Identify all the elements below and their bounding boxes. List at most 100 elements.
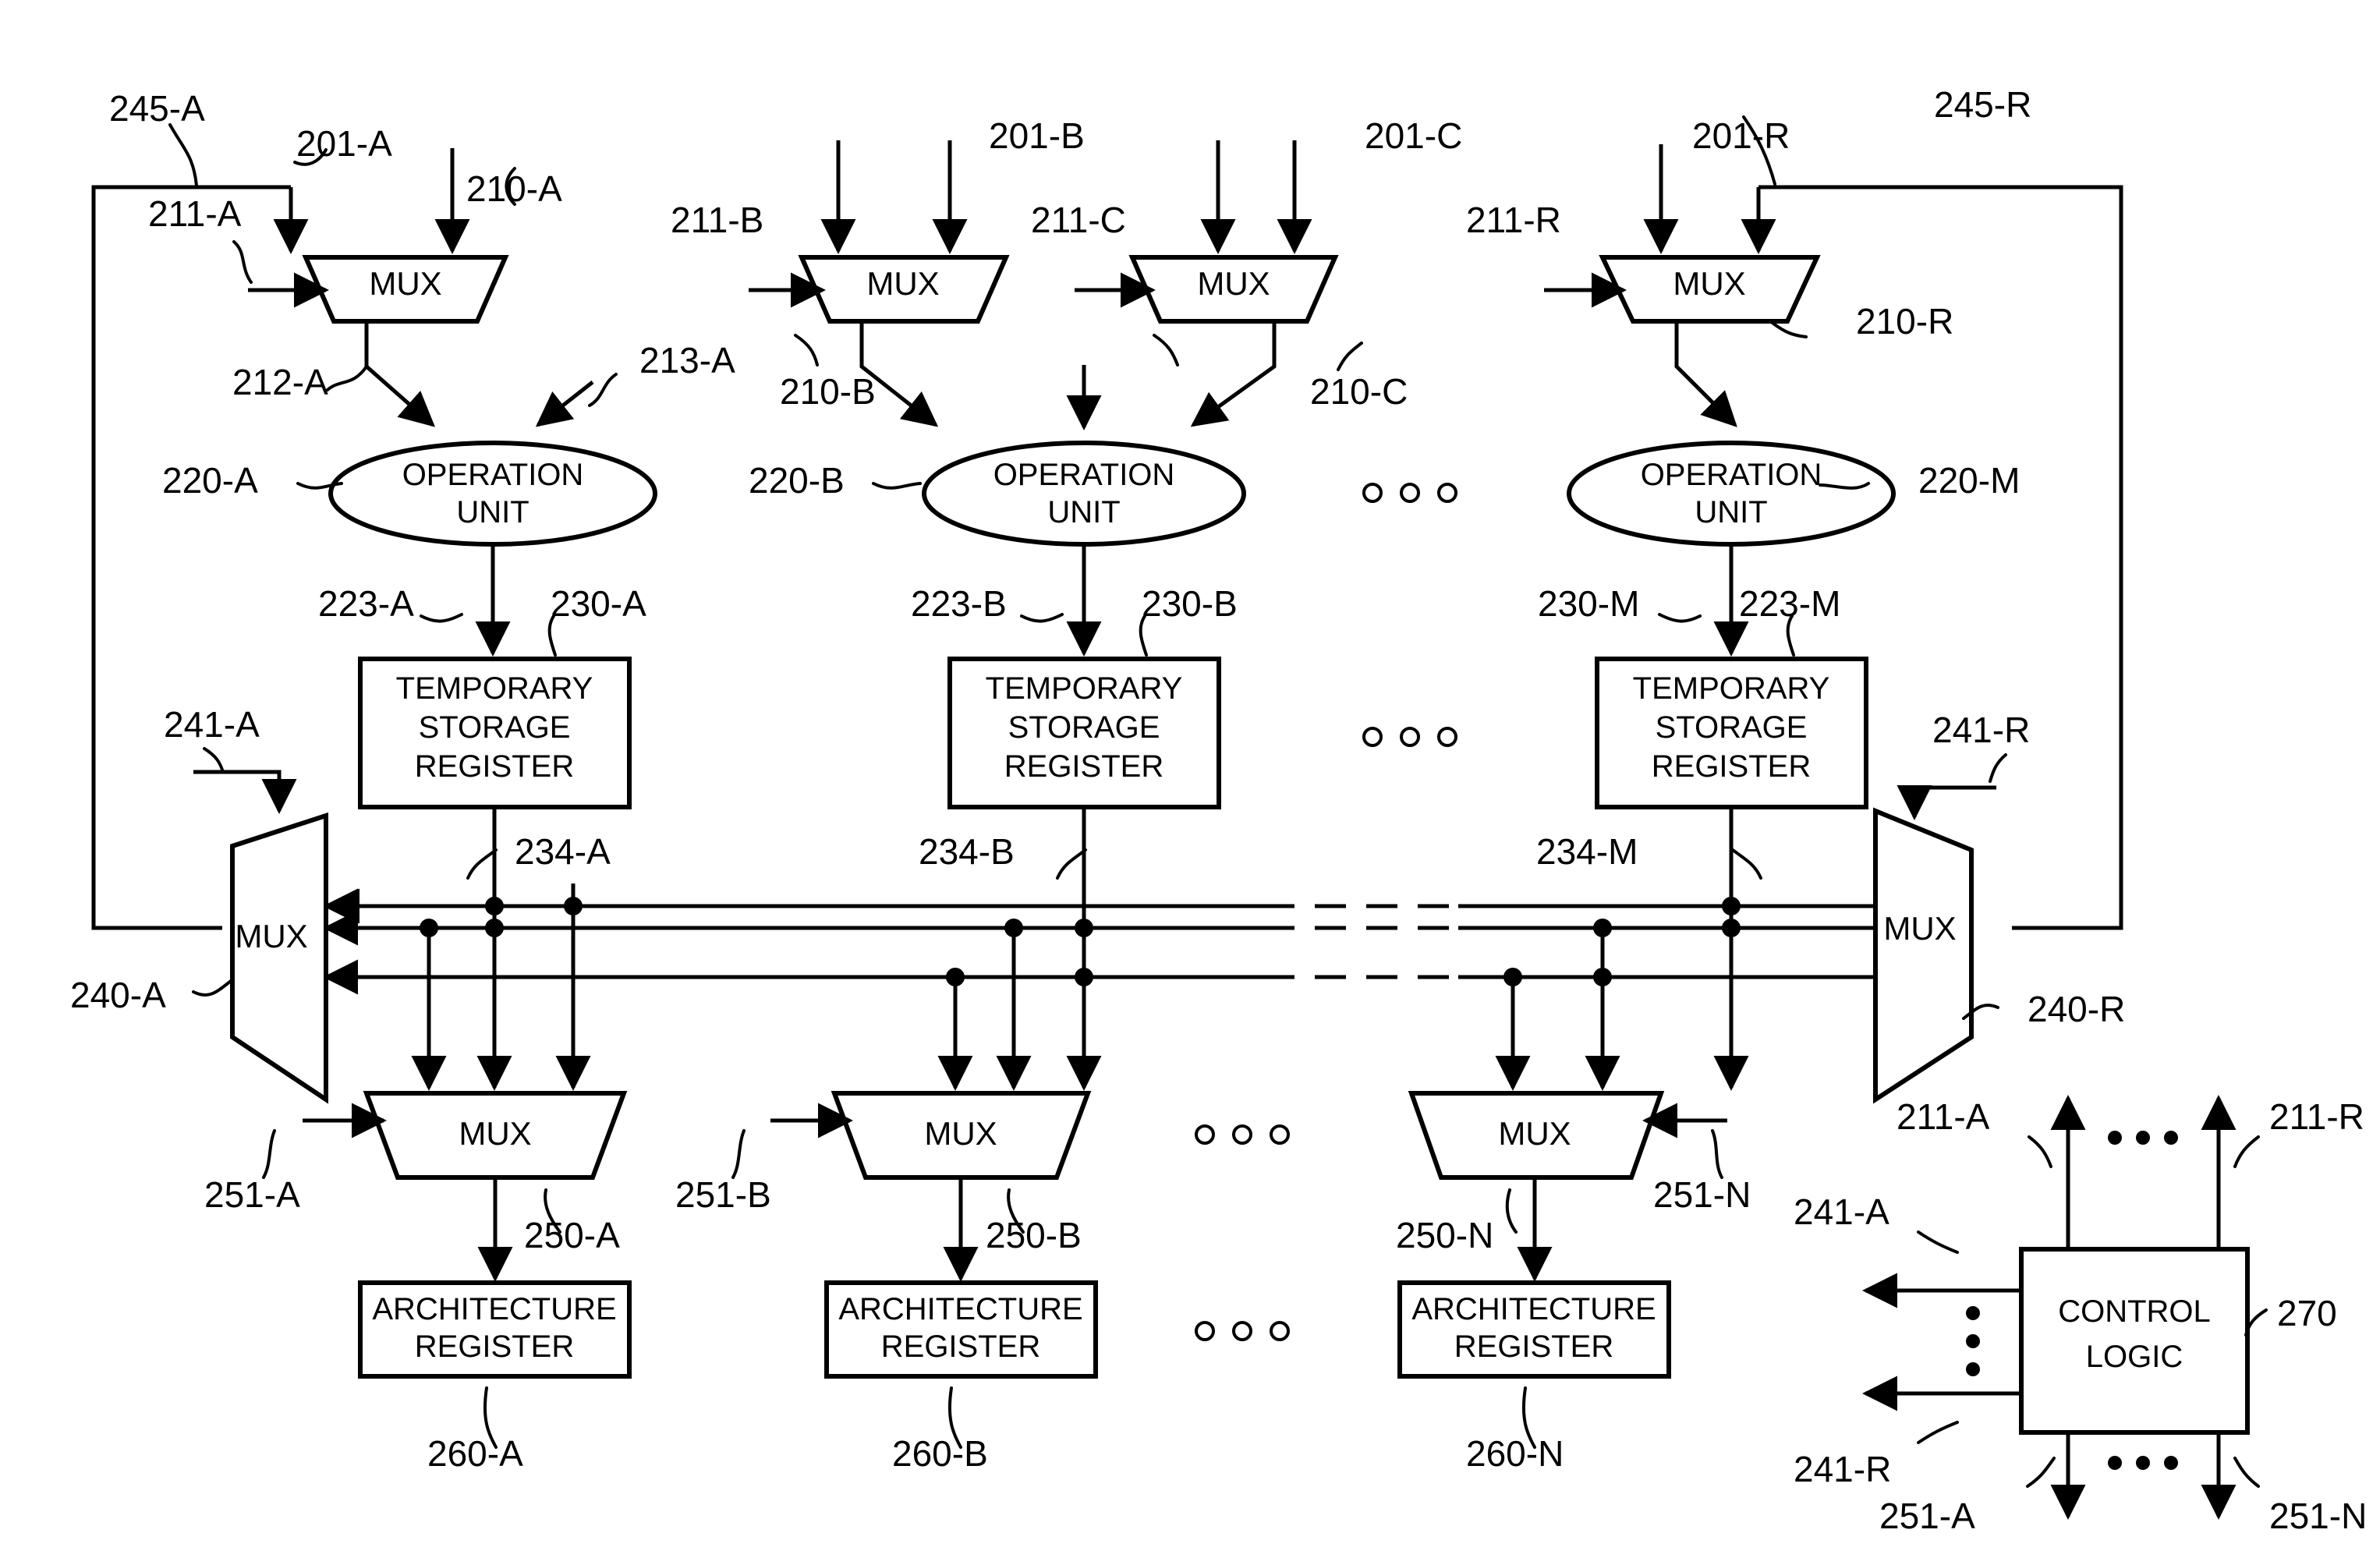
ref-240-a: 240-A — [70, 975, 166, 1015]
ref-241-a: 241-A — [164, 704, 260, 745]
ref-210-r: 210-R — [1856, 301, 1953, 342]
operation-unit-m[interactable]: OPERATION UNIT — [1567, 441, 1896, 547]
architecture-register-a[interactable]: ARCHITECTURE REGISTER — [358, 1280, 632, 1379]
temp-reg-b-label-1: TEMPORARY — [986, 671, 1183, 706]
ref-260-b: 260-B — [892, 1433, 988, 1474]
operation-unit-b[interactable]: OPERATION UNIT — [922, 441, 1246, 547]
ref-230-m: 230-M — [1538, 583, 1639, 624]
feedback-mux-a[interactable]: MUX — [230, 812, 328, 1104]
ref-251-b: 251-B — [675, 1174, 771, 1215]
ref-230-b: 230-B — [1142, 583, 1238, 624]
operation-unit-m-label-1: OPERATION — [1641, 458, 1822, 492]
output-mux-b-label: MUX — [924, 1115, 997, 1152]
output-mux-n-label: MUX — [1498, 1115, 1571, 1152]
ref-213-a: 213-A — [639, 340, 735, 381]
patent-figure: MUX OPERATION UNIT TEMPORARY STORAGE REG… — [0, 0, 2380, 1565]
operation-unit-m-label-2: UNIT — [1695, 495, 1767, 529]
ref-201-b: 201-B — [989, 115, 1085, 156]
operation-unit-a-label-1: OPERATION — [402, 458, 584, 492]
feedback-mux-a-label: MUX — [235, 918, 307, 954]
operation-unit-b-label-2: UNIT — [1047, 495, 1120, 529]
output-mux-b[interactable]: MUX — [831, 1091, 1092, 1180]
ref-240-r: 240-R — [2028, 989, 2125, 1029]
output-mux-a-label: MUX — [459, 1115, 531, 1152]
ref-250-b: 250-B — [986, 1215, 1082, 1255]
feedback-bus-right — [1758, 185, 2123, 930]
control-logic-label-1: CONTROL — [2058, 1294, 2211, 1329]
output-mux-a[interactable]: MUX — [363, 1091, 628, 1180]
mux-c-output — [1190, 321, 1277, 427]
control-logic-label-2: LOGIC — [2086, 1340, 2183, 1374]
ellipsis-archreg-row — [1195, 1321, 1290, 1341]
operation-unit-a-label-2: UNIT — [456, 495, 529, 529]
ref-ctrl-251-n: 251-N — [2269, 1496, 2367, 1536]
ref-250-a: 250-A — [524, 1215, 620, 1255]
ref-210-b: 210-B — [780, 371, 876, 412]
ref-220-a: 220-A — [162, 460, 258, 501]
architecture-register-n[interactable]: ARCHITECTURE REGISTER — [1397, 1280, 1671, 1379]
arch-reg-n-label-1: ARCHITECTURE — [1411, 1292, 1656, 1326]
temp-reg-b-label-2: STORAGE — [1008, 710, 1160, 745]
control-logic-ellipsis-bottom — [2108, 1456, 2178, 1470]
ref-223-m: 223-M — [1739, 583, 1840, 624]
ref-223-b: 223-B — [911, 583, 1007, 624]
temporary-storage-register-m[interactable]: TEMPORARY STORAGE REGISTER — [1595, 657, 1868, 809]
ref-211-r: 211-R — [1466, 200, 1561, 240]
ref-234-a: 234-A — [515, 831, 611, 872]
input-mux-a[interactable]: MUX — [302, 255, 509, 324]
ref-211-a: 211-A — [148, 193, 242, 234]
operation-unit-b-label-1: OPERATION — [993, 458, 1175, 492]
output-mux-n[interactable]: MUX — [1408, 1091, 1665, 1180]
mux-r-output — [1674, 321, 1737, 427]
architecture-register-b[interactable]: ARCHITECTURE REGISTER — [824, 1280, 1098, 1379]
ellipsis-temp-row — [1362, 727, 1457, 747]
arch-reg-b-label-1: ARCHITECTURE — [838, 1292, 1082, 1326]
ref-211-b: 211-B — [671, 200, 763, 240]
ref-220-m: 220-M — [1918, 460, 2020, 501]
feedback-mux-r-select — [1897, 785, 1996, 821]
temp-reg-a-label-1: TEMPORARY — [396, 671, 593, 706]
feedback-mux-a-select — [193, 770, 297, 815]
ref-250-n: 250-N — [1396, 1215, 1493, 1255]
mux-a-output — [364, 321, 594, 427]
ref-234-m: 234-M — [1536, 831, 1638, 872]
ref-230-a: 230-A — [551, 583, 646, 624]
input-mux-c[interactable]: MUX — [1128, 255, 1339, 324]
temporary-storage-register-a[interactable]: TEMPORARY STORAGE REGISTER — [358, 657, 632, 809]
input-mux-b[interactable]: MUX — [798, 255, 1010, 324]
ellipsis-op-row — [1362, 483, 1457, 503]
ref-ctrl-211-r: 211-R — [2269, 1096, 2364, 1137]
ref-212-a: 212-A — [232, 362, 328, 402]
ref-241-r: 241-R — [1932, 710, 2030, 750]
temp-reg-m-label-2: STORAGE — [1656, 710, 1808, 745]
arch-reg-a-label-1: ARCHITECTURE — [372, 1292, 616, 1326]
ref-201-r: 201-R — [1692, 115, 1790, 156]
control-logic-ellipsis-top — [2108, 1131, 2178, 1145]
diagram-canvas: MUX OPERATION UNIT TEMPORARY STORAGE REG… — [70, 84, 2367, 1536]
input-mux-r-label: MUX — [1673, 265, 1745, 302]
input-mux-c-label: MUX — [1197, 265, 1270, 302]
bus-junction-dots — [420, 897, 1741, 986]
ref-ctrl-211-a: 211-A — [1897, 1096, 1990, 1137]
ellipsis-outmux-row — [1195, 1124, 1290, 1145]
ref-260-n: 260-N — [1466, 1433, 1564, 1474]
input-mux-r[interactable]: MUX — [1599, 255, 1821, 324]
ref-211-c: 211-C — [1031, 200, 1126, 240]
temp-reg-m-label-3: REGISTER — [1652, 749, 1811, 784]
result-bus — [322, 888, 1930, 995]
temp-reg-b-label-3: REGISTER — [1004, 749, 1163, 784]
ref-245-r: 245-R — [1934, 84, 2031, 125]
control-logic-block[interactable]: CONTROL LOGIC — [2019, 1247, 2250, 1435]
ref-223-a: 223-A — [318, 583, 414, 624]
ref-234-b: 234-B — [919, 831, 1015, 872]
temporary-storage-register-b[interactable]: TEMPORARY STORAGE REGISTER — [947, 657, 1221, 809]
temp-reg-a-label-2: STORAGE — [419, 710, 571, 745]
ref-220-b: 220-B — [749, 460, 845, 501]
operation-unit-a[interactable]: OPERATION UNIT — [328, 441, 657, 547]
ref-210-a: 210-A — [466, 168, 562, 209]
arch-reg-n-label-2: REGISTER — [1454, 1330, 1613, 1364]
ref-ctrl-241-a: 241-A — [1794, 1191, 1889, 1232]
feedback-mux-r-label: MUX — [1883, 910, 1956, 947]
ref-260-a: 260-A — [427, 1433, 523, 1474]
feedback-mux-r[interactable]: MUX — [1873, 807, 1974, 1104]
